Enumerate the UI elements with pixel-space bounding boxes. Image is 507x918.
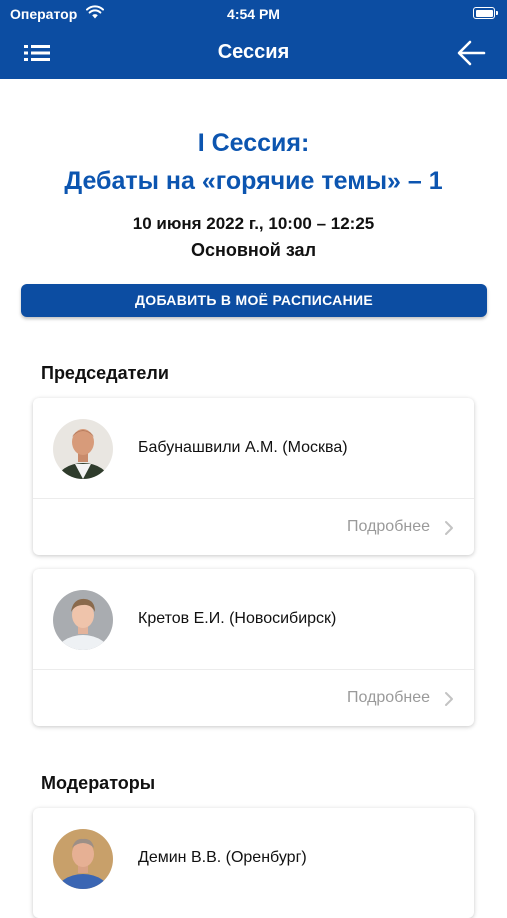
avatar [53, 419, 113, 479]
more-link[interactable]: Подробнее [347, 689, 430, 707]
person-name: Демин В.В. (Оренбург) [138, 849, 307, 866]
arrow-left-icon[interactable] [455, 38, 487, 68]
person-card[interactable]: Демин В.В. (Оренбург) [33, 808, 474, 918]
person-name: Кретов Е.И. (Новосибирск) [138, 610, 337, 627]
more-link[interactable]: Подробнее [347, 518, 430, 536]
status-bar: Оператор 4:54 PM [0, 0, 507, 28]
session-title: I Сессия: Дебаты на «горячие темы» – 1 [0, 124, 507, 200]
avatar [53, 590, 113, 650]
card-divider [33, 498, 474, 499]
add-to-schedule-button[interactable]: ДОБАВИТЬ В МОЁ РАСПИСАНИЕ [21, 284, 487, 317]
status-time: 4:54 PM [227, 6, 280, 22]
person-name: Бабунашвили А.М. (Москва) [138, 439, 348, 456]
chevron-right-icon [445, 692, 453, 706]
session-title-line2: Дебаты на «горячие темы» – 1 [64, 167, 443, 195]
avatar [53, 829, 113, 889]
session-room: Основной зал [190, 240, 317, 260]
battery-icon [473, 7, 498, 19]
person-card[interactable]: Бабунашвили А.М. (Москва) Подробнее [33, 398, 474, 555]
session-datetime: 10 июня 2022 г., 10:00 – 12:25 [132, 214, 375, 233]
moderators-heading: Модераторы [41, 773, 156, 793]
chevron-right-icon [445, 521, 453, 535]
session-title-line1: I Сессия: [197, 129, 310, 157]
app-header: Оператор 4:54 PM Сессия [0, 0, 507, 79]
card-divider [33, 669, 474, 670]
page-title: Сессия [217, 41, 290, 63]
person-card[interactable]: Кретов Е.И. (Новосибирск) Подробнее [33, 569, 474, 726]
chairs-heading: Председатели [41, 363, 169, 383]
